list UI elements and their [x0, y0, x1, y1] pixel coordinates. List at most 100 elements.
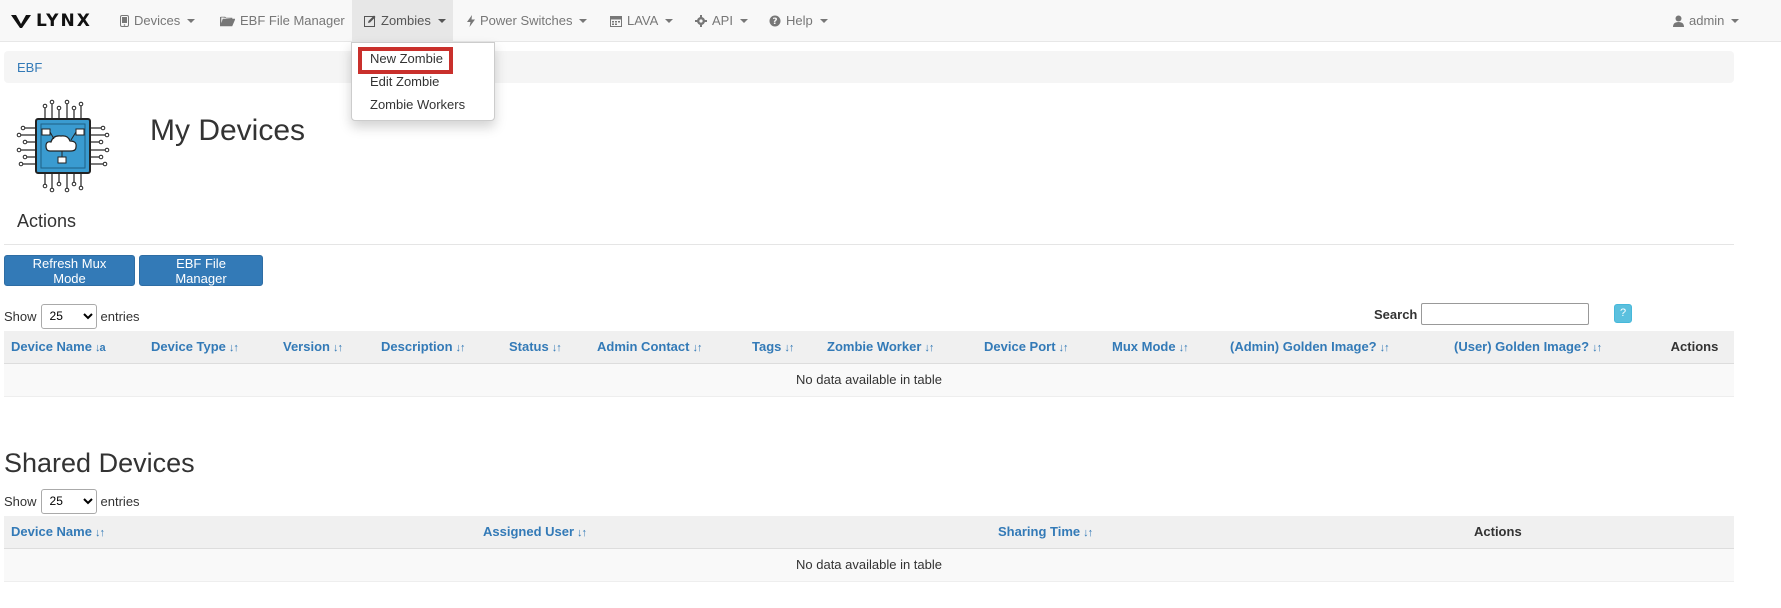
sort-icon: ↓↑ [1058, 342, 1069, 355]
col-assigned-user[interactable]: Assigned User ↓↑ [476, 516, 991, 549]
menu-item-edit-zombie[interactable]: Edit Zombie [352, 70, 494, 93]
col-label: Device Port [984, 339, 1056, 355]
nav-zombies[interactable]: Zombies [352, 0, 453, 41]
chip-logo-icon [16, 99, 110, 193]
search-input[interactable] [1421, 303, 1590, 325]
sort-icon: ↓↑ [784, 342, 794, 355]
col-admin-golden-image[interactable]: (Admin) Golden Image? ↓↑ [1223, 331, 1447, 364]
nav-help-label: Help [786, 13, 813, 28]
sort-asc-icon: ↓a [94, 342, 106, 355]
nav-lava-label: LAVA [627, 13, 659, 28]
help-button[interactable]: ? [1614, 304, 1632, 323]
chevron-down-icon [1731, 18, 1740, 23]
sort-icon: ↓↑ [94, 527, 105, 540]
nav-ebf-file-manager[interactable]: EBF File Manager [208, 0, 357, 41]
refresh-mux-mode-button[interactable]: Refresh Mux Mode [4, 255, 135, 286]
page-length-control: Show 25 entries [4, 303, 140, 329]
col-sharing-time[interactable]: Sharing Time ↓↑ [991, 516, 1467, 549]
top-navbar: LYNX Devices EBF File Manager Zombies Po… [0, 0, 1781, 42]
col-label: Status [509, 339, 549, 355]
search-label: Search [1374, 306, 1418, 322]
col-label: Sharing Time [998, 524, 1081, 540]
entries-label: entries [100, 493, 140, 509]
col-version[interactable]: Version ↓↑ [276, 331, 374, 364]
col-user-golden-image[interactable]: (User) Golden Image? ↓↑ [1447, 331, 1655, 364]
show-label: Show [4, 493, 37, 509]
lynx-logo-icon [11, 15, 31, 28]
col-actions: Actions [1655, 331, 1734, 364]
chevron-down-icon [665, 18, 674, 23]
col-label: (User) Golden Image? [1454, 339, 1590, 355]
col-label: Actions [1474, 524, 1522, 540]
col-mux-mode[interactable]: Mux Mode ↓↑ [1105, 331, 1223, 364]
show-label: Show [4, 308, 37, 324]
nav-user-label: admin [1689, 13, 1725, 28]
sort-icon: ↓↑ [332, 342, 343, 355]
table-row: No data available in table [4, 363, 1734, 397]
nav-power-switches[interactable]: Power Switches [455, 0, 599, 41]
nav-api[interactable]: API [683, 0, 760, 41]
sort-icon: ↓↑ [455, 342, 466, 355]
shared-page-length-control: Show 25 entries [4, 488, 140, 514]
col-label: Actions [1670, 339, 1719, 355]
sort-icon: ↓↑ [1592, 342, 1602, 355]
menu-item-zombie-workers[interactable]: Zombie Workers [352, 93, 494, 116]
brand-name: LYNX [36, 11, 92, 31]
col-actions: Actions [1467, 516, 1734, 549]
col-label: Version [283, 339, 330, 355]
nav-help[interactable]: ? Help [757, 0, 840, 41]
nav-power-switches-label: Power Switches [480, 13, 573, 28]
col-zombie-worker[interactable]: Zombie Worker ↓↑ [820, 331, 977, 364]
col-admin-contact[interactable]: Admin Contact ↓↑ [590, 331, 745, 364]
menu-item-new-zombie[interactable]: New Zombie [352, 47, 494, 70]
table-header-row: Device Name ↓a Device Type ↓↑ Version ↓↑ De… [4, 331, 1734, 364]
zombies-dropdown-menu: New Zombie Edit Zombie Zombie Workers [351, 42, 495, 121]
col-label: Mux Mode [1112, 339, 1176, 355]
shared-page-length-select[interactable]: 25 [40, 488, 97, 514]
user-icon [1673, 15, 1684, 27]
edit-square-icon [364, 15, 376, 27]
sort-icon: ↓↑ [924, 342, 934, 355]
sort-icon: ↓↑ [228, 342, 239, 355]
nav-user-menu[interactable]: admin [1661, 0, 1751, 41]
empty-table-message: No data available in table [4, 363, 1734, 397]
nav-devices[interactable]: Devices [108, 0, 207, 41]
question-circle-icon: ? [769, 15, 781, 27]
chevron-down-icon [579, 18, 588, 23]
col-device-port[interactable]: Device Port ↓↑ [977, 331, 1105, 364]
chevron-down-icon [739, 18, 748, 23]
breadcrumb-ebf-link[interactable]: EBF [17, 60, 42, 75]
col-device-type[interactable]: Device Type ↓↑ [144, 331, 276, 364]
my-devices-table: Device Name ↓a Device Type ↓↑ Version ↓↑ De… [4, 331, 1734, 397]
shared-devices-table: Device Name ↓↑ Assigned User ↓↑ Sharing Ti… [4, 516, 1734, 582]
nav-ebf-label: EBF File Manager [240, 13, 345, 28]
col-label: (Admin) Golden Image? [1230, 339, 1377, 355]
col-device-name[interactable]: Device Name ↓↑ [4, 516, 476, 549]
nav-zombies-label: Zombies [381, 13, 431, 28]
page-length-select[interactable]: 25 [40, 303, 97, 329]
chevron-down-icon [819, 18, 828, 23]
table-header-row: Device Name ↓↑ Assigned User ↓↑ Sharing Ti… [4, 516, 1734, 549]
divider [4, 244, 1734, 245]
folder-open-icon [220, 15, 235, 27]
brand-logo[interactable]: LYNX [10, 11, 92, 31]
sort-icon: ↓↑ [1379, 342, 1390, 355]
col-status[interactable]: Status ↓↑ [502, 331, 590, 364]
col-device-name[interactable]: Device Name ↓a [4, 331, 144, 364]
entries-label: entries [100, 308, 140, 324]
col-label: Device Type [151, 339, 226, 355]
table-search: Search [1374, 303, 1590, 325]
col-label: Admin Contact [597, 339, 690, 355]
sort-icon: ↓↑ [1083, 527, 1093, 540]
col-label: Zombie Worker [827, 339, 922, 355]
mobile-icon [120, 14, 129, 27]
nav-devices-label: Devices [134, 13, 181, 28]
chevron-down-icon [187, 18, 196, 23]
empty-table-message: No data available in table [4, 548, 1734, 582]
col-label: Assigned User [483, 524, 575, 540]
col-tags[interactable]: Tags ↓↑ [745, 331, 820, 364]
nav-lava[interactable]: LAVA [598, 0, 685, 41]
ebf-file-manager-button[interactable]: EBF File Manager [139, 255, 263, 286]
shared-devices-title: Shared Devices [4, 448, 195, 478]
col-description[interactable]: Description ↓↑ [374, 331, 502, 364]
